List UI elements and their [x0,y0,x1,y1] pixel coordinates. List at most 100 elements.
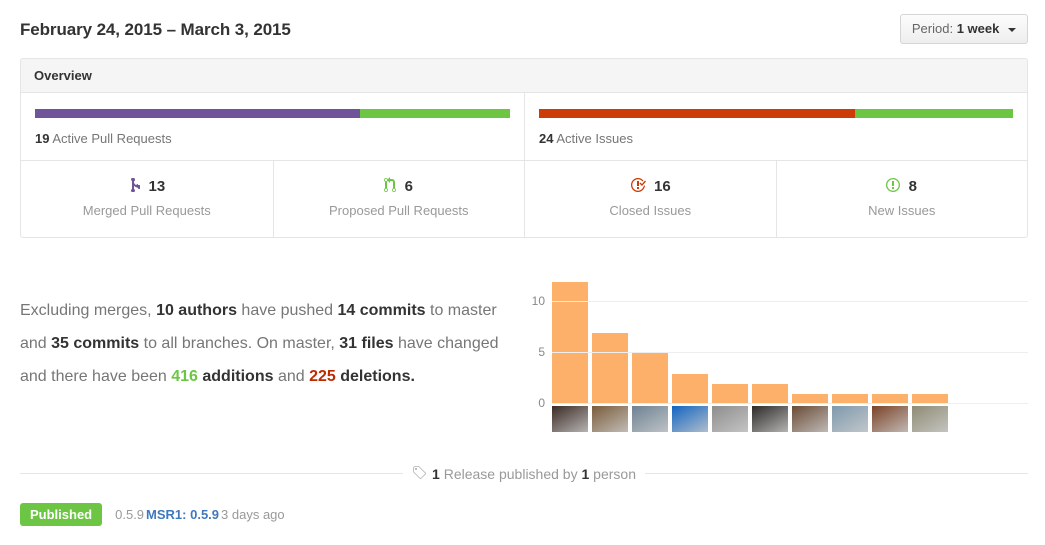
avatar[interactable] [792,406,828,432]
avatar[interactable] [672,406,708,432]
avatar[interactable] [752,406,788,432]
chart-bar-slot [592,282,628,404]
summary-deletions-count: 225 [309,368,336,385]
active-pull-requests-cell: 19 Active Pull Requests [21,93,524,160]
pulse-header: February 24, 2015 – March 3, 2015 Period… [20,14,1028,46]
release-version: 0.5.9 [115,507,144,522]
avatar[interactable] [832,406,868,432]
chart-gridline: 0 [552,403,1028,404]
summary-part: have pushed [237,302,338,319]
releases-text-1: Release published by [440,466,582,482]
summary-part: and [274,368,310,385]
releases-summary-text: 1 Release published by 1 person [412,465,636,482]
stat-value-row: 16 [531,177,770,197]
stat-label: New Issues [783,202,1022,219]
active-pull-requests-count: 19 [35,131,49,146]
stat-value-row: 6 [280,177,519,197]
chart-bar[interactable] [552,282,588,404]
stat-merged-pull-requests[interactable]: 13 Merged Pull Requests [21,161,273,237]
chart-gridline: 10 [552,301,1028,302]
stat-closed-issues[interactable]: 16 Closed Issues [524,161,776,237]
release-meta: 0.5.9MSR1: 0.5.93 days ago [115,503,285,526]
summary-part: Excluding merges, [20,302,156,319]
chart-bar-slot [672,282,708,404]
summary-commits-all: 35 commits [51,335,139,352]
chart-bar-slot [872,282,908,404]
chevron-down-icon [1008,28,1016,32]
releases-count: 1 [432,466,440,482]
git-pull-request-icon [384,177,396,193]
avatar[interactable] [592,406,628,432]
progress-segment-proposed [360,109,510,118]
chart-bar[interactable] [712,384,748,404]
stat-label: Closed Issues [531,202,770,219]
active-pull-requests-text: Active Pull Requests [52,131,171,146]
overview-bars-row: 19 Active Pull Requests 24 Active Issues [21,93,1027,161]
period-dropdown[interactable]: Period: 1 week [900,14,1028,44]
active-issues-count: 24 [539,131,553,146]
summary-part: to all branches. On master, [139,335,339,352]
avatar[interactable] [712,406,748,432]
status-badge: Published [20,503,102,526]
avatar[interactable] [632,406,668,432]
issue-opened-icon [886,177,900,193]
release-item: Published 0.5.9MSR1: 0.5.93 days ago [20,502,1028,526]
stat-label: Proposed Pull Requests [280,202,519,219]
stat-new-issues[interactable]: 8 New Issues [776,161,1028,237]
chart-bars [552,282,1028,404]
avatar[interactable] [872,406,908,432]
stat-proposed-pull-requests[interactable]: 6 Proposed Pull Requests [273,161,525,237]
overview-panel: Overview 19 Active Pull Requests 24 [20,58,1028,238]
chart-y-tick-label: 5 [538,346,545,358]
chart-bar[interactable] [672,374,708,405]
progress-segment-closed [539,109,855,118]
summary-authors: 10 authors [156,302,237,319]
contributor-avatars [552,406,948,432]
chart-bar-slot [912,282,948,404]
chart-y-tick-label: 0 [538,397,545,409]
avatar[interactable] [552,406,588,432]
period-dropdown-value: 1 week [957,21,1000,36]
chart-bar-slot [632,282,668,404]
summary-deletions-word: deletions [336,368,411,385]
stat-value-row: 13 [27,177,267,197]
chart-bar[interactable] [752,384,788,404]
active-pull-requests-label: 19 Active Pull Requests [35,131,510,147]
stat-value: 16 [654,178,671,195]
avatar[interactable] [912,406,948,432]
chart-bar-slot [752,282,788,404]
chart-plot-area: 0510 [552,282,1028,404]
chart-bar[interactable] [632,353,668,404]
stat-value-row: 8 [783,177,1022,197]
stat-value: 13 [148,178,165,195]
pulse-page: February 24, 2015 – March 3, 2015 Period… [0,0,1045,545]
active-issues-text: Active Issues [556,131,633,146]
progress-segment-merged [35,109,360,118]
page-title: February 24, 2015 – March 3, 2015 [20,14,291,46]
divider-rule-left [20,473,403,474]
issues-progress-bar [539,109,1013,118]
stat-label: Merged Pull Requests [27,202,267,219]
summary-commits-master: 14 commits [338,302,426,319]
releases-text-2: person [589,466,636,482]
git-merge-icon [128,177,140,193]
chart-bar[interactable] [592,333,628,404]
progress-segment-new [855,109,1013,118]
releases-divider: 1 Release published by 1 person [20,465,1028,481]
chart-bar-slot [552,282,588,404]
overview-stats-row: 13 Merged Pull Requests 6 Proposed Pull … [21,161,1027,237]
overview-panel-title: Overview [21,59,1027,93]
divider-rule-right [645,473,1028,474]
summary-additions-count: 416 [171,368,198,385]
release-time: 3 days ago [221,507,285,522]
tag-icon [412,465,427,481]
commits-bar-chart: 0 5 10 [525,278,1028,438]
chart-y-tick-label: 10 [532,295,545,307]
pull-requests-progress-bar [35,109,510,118]
chart-bar-slot [832,282,868,404]
release-link[interactable]: MSR1: 0.5.9 [146,507,219,522]
period-dropdown-label: Period: [912,21,953,36]
chart-bar-slot [712,282,748,404]
summary-files-changed: 31 files [339,335,393,352]
summary-additions-word: additions [198,368,274,385]
